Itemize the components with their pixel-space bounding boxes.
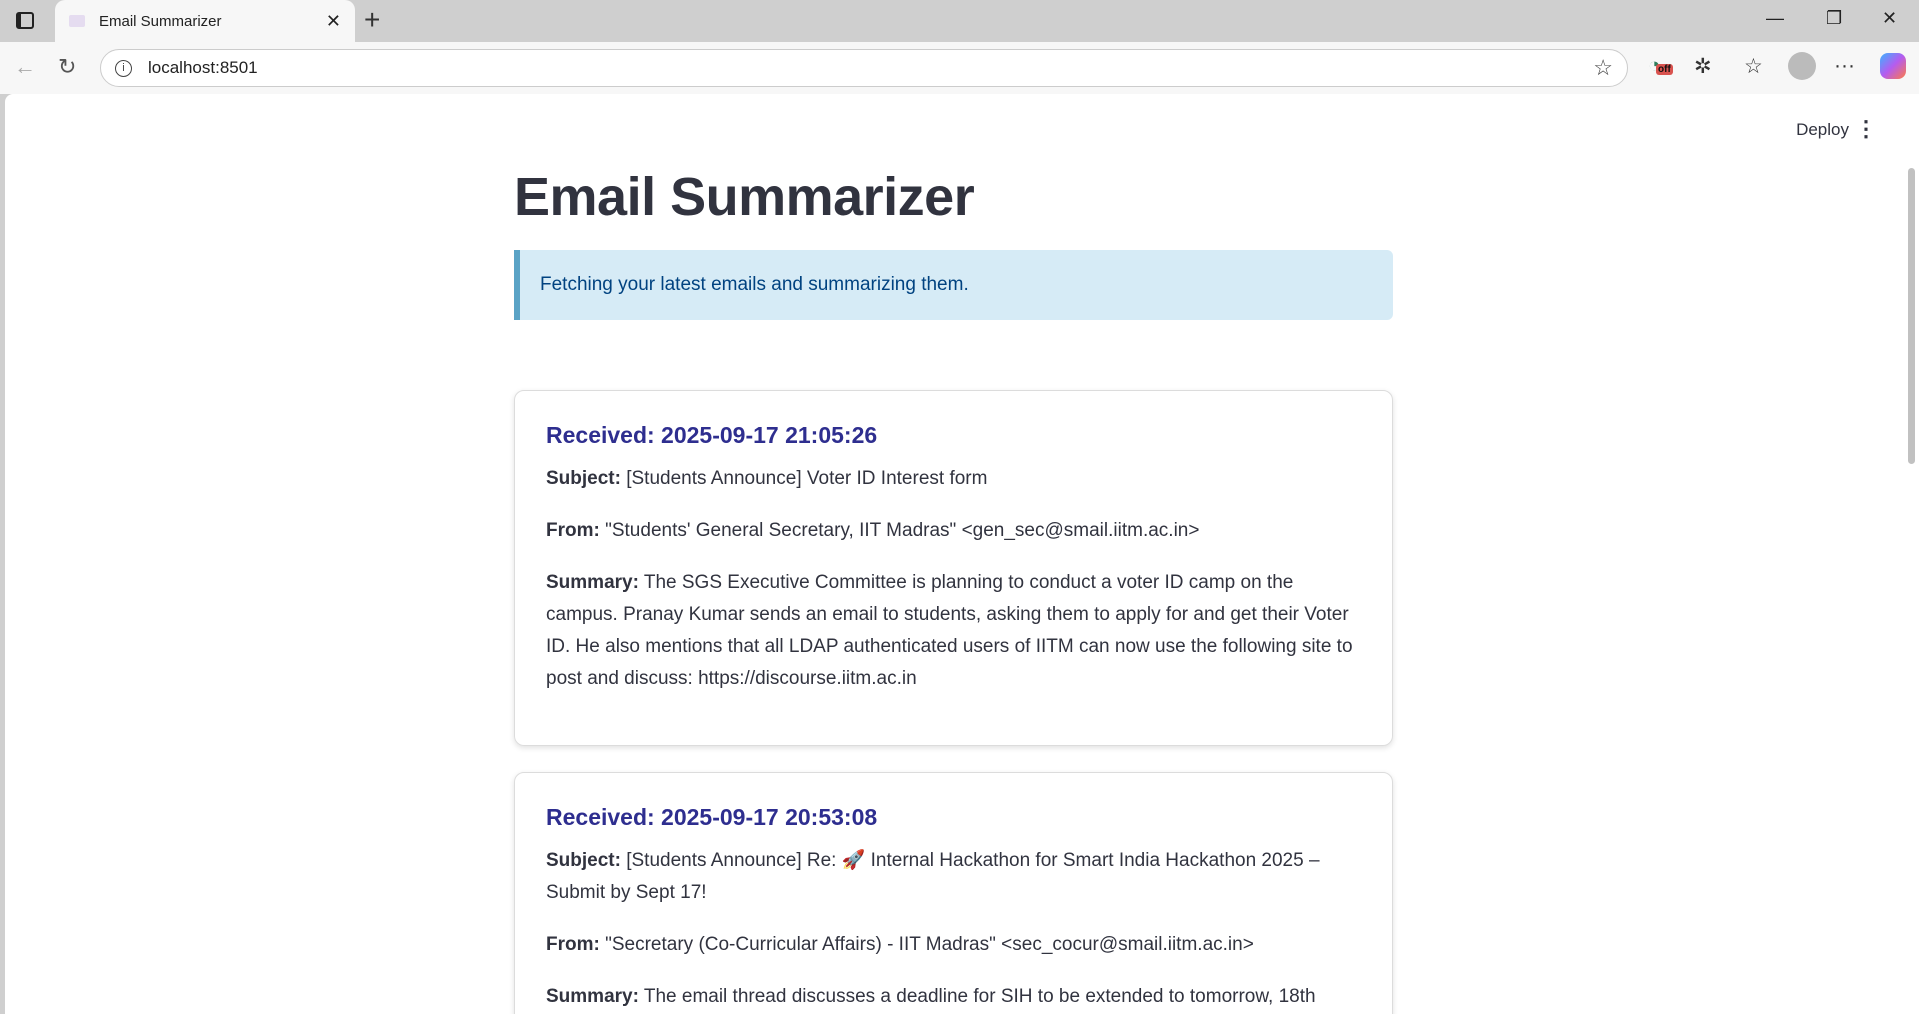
extensions-puzzle-icon[interactable]: ✲ — [1694, 54, 1712, 79]
summary-text: The SGS Executive Committee is planning … — [546, 572, 1353, 689]
favorite-star-icon[interactable]: ☆ — [1593, 55, 1613, 81]
reload-icon[interactable]: ↻ — [58, 54, 76, 80]
summary-label: Summary: — [546, 986, 639, 1007]
summary-label: Summary: — [546, 572, 639, 593]
from-label: From: — [546, 934, 600, 955]
summary-text: The email thread discusses a deadline fo… — [643, 986, 1316, 1007]
url-text: localhost:8501 — [148, 58, 258, 77]
received-heading: Received: 2025-09-17 21:05:26 — [546, 422, 878, 448]
profile-avatar[interactable] — [1788, 52, 1816, 80]
close-window-icon[interactable]: ✕ — [1882, 8, 1897, 29]
more-icon[interactable]: ··· — [1834, 54, 1855, 78]
subject-label: Subject: — [546, 850, 621, 871]
email-card: Received: 2025-09-17 20:53:08 Subject: [… — [514, 772, 1393, 1014]
envelope-icon — [69, 15, 85, 27]
tab-email-summarizer[interactable]: Email Summarizer ✕ — [55, 0, 355, 42]
site-info-icon[interactable]: i — [115, 59, 132, 77]
new-tab-icon[interactable]: + — [364, 4, 380, 36]
extension-badge: off — [1656, 64, 1673, 75]
restore-icon[interactable]: ❐ — [1826, 8, 1842, 29]
info-alert: Fetching your latest emails and summariz… — [514, 250, 1393, 320]
address-bar[interactable]: i localhost:8501 ☆ — [100, 49, 1628, 87]
main-content: Email Summarizer Fetching your latest em… — [514, 94, 1393, 1014]
from-text: "Students' General Secretary, IIT Madras… — [605, 520, 1200, 541]
subject-text: [Students Announce] Re: 🚀 Internal Hacka… — [546, 850, 1320, 903]
minimize-icon[interactable]: — — [1766, 8, 1784, 29]
page-title: Email Summarizer — [514, 167, 975, 227]
favorites-icon[interactable]: ☆ — [1744, 54, 1763, 79]
from-text: "Secretary (Co-Curricular Affairs) - IIT… — [605, 934, 1254, 955]
subject-text: [Students Announce] Voter ID Interest fo… — [626, 468, 988, 489]
browser-toolbar: ← ↻ i localhost:8501 ☆ ◔ off ✲ ☆ ··· — [0, 42, 1919, 94]
tab-title: Email Summarizer — [99, 12, 222, 30]
received-heading: Received: 2025-09-17 20:53:08 — [546, 804, 878, 830]
close-tab-icon[interactable]: ✕ — [326, 11, 341, 32]
subject-label: Subject: — [546, 468, 621, 489]
scrollbar[interactable] — [1908, 168, 1915, 464]
deploy-button[interactable]: Deploy — [1796, 120, 1849, 140]
from-label: From: — [546, 520, 600, 541]
email-card: Received: 2025-09-17 21:05:26 Subject: [… — [514, 390, 1393, 746]
tab-bar: Email Summarizer ✕ + — ❐ ✕ — [0, 0, 1919, 42]
extension-icon[interactable]: ◔ off — [1648, 54, 1673, 78]
sidebar-toggle-icon[interactable] — [16, 12, 34, 29]
info-text: Fetching your latest emails and summariz… — [540, 274, 969, 295]
copilot-icon[interactable] — [1880, 53, 1906, 79]
app-page: Deploy ⋮ Email Summarizer Fetching your … — [5, 94, 1919, 1014]
main-menu-icon[interactable]: ⋮ — [1855, 116, 1877, 142]
back-icon[interactable]: ← — [14, 54, 36, 80]
